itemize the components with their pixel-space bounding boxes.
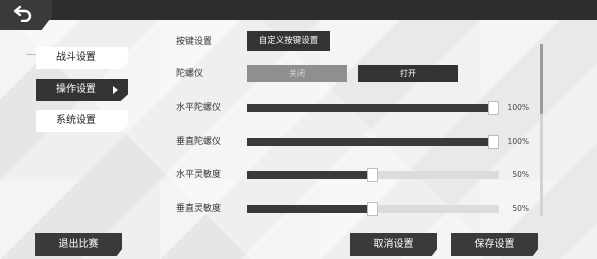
- chevron-right-icon: [113, 86, 118, 94]
- top-bar: [0, 0, 597, 20]
- exit-match-button[interactable]: 退出比赛: [35, 233, 122, 256]
- sidebar-item-control-settings[interactable]: 操作设置: [36, 79, 128, 101]
- scrollbar-thumb[interactable]: [540, 44, 543, 114]
- gyroscope-on-toggle[interactable]: 打开: [358, 65, 458, 82]
- slider-value: 100%: [507, 137, 529, 146]
- back-arrow-icon: [13, 5, 32, 22]
- slider-fill: [247, 104, 494, 112]
- slider-knob[interactable]: [367, 168, 378, 182]
- cancel-settings-button[interactable]: 取消设置: [350, 233, 437, 256]
- slider-fill: [247, 138, 494, 146]
- slider-label: 水平灵敏度: [176, 170, 222, 180]
- horizontal-sensitivity-slider[interactable]: [247, 168, 499, 182]
- sidebar-item-label: 系统设置: [56, 115, 96, 126]
- slider-value: 50%: [512, 204, 529, 213]
- gyroscope-off-toggle[interactable]: 关闭: [247, 65, 347, 82]
- slider-knob[interactable]: [367, 202, 378, 216]
- vertical-gyroscope-slider[interactable]: [247, 135, 499, 149]
- slider-value: 100%: [507, 103, 529, 112]
- save-settings-button[interactable]: 保存设置: [451, 233, 538, 256]
- sidebar-divider: [26, 54, 36, 55]
- scrollbar[interactable]: [540, 44, 543, 216]
- back-button[interactable]: [0, 0, 52, 30]
- sidebar-item-system-settings[interactable]: 系统设置: [36, 110, 128, 132]
- sidebar-item-label: 操作设置: [56, 84, 96, 95]
- slider-fill: [247, 205, 373, 213]
- slider-fill: [247, 171, 373, 179]
- sidebar-item-label: 战斗设置: [56, 52, 96, 63]
- slider-label: 垂直陀螺仪: [176, 137, 222, 147]
- custom-key-settings-button[interactable]: 自定义按键设置: [247, 31, 330, 51]
- vertical-sensitivity-slider[interactable]: [247, 202, 499, 216]
- horizontal-gyroscope-slider[interactable]: [247, 101, 499, 115]
- slider-label: 水平陀螺仪: [176, 103, 222, 113]
- slider-knob[interactable]: [487, 135, 499, 149]
- slider-knob[interactable]: [487, 101, 499, 115]
- gyroscope-label: 陀螺仪: [176, 69, 204, 79]
- slider-value: 50%: [512, 170, 529, 179]
- slider-label: 垂直灵敏度: [176, 204, 222, 214]
- sidebar-item-combat-settings[interactable]: 战斗设置: [36, 47, 128, 69]
- key-settings-label: 按键设置: [176, 37, 213, 47]
